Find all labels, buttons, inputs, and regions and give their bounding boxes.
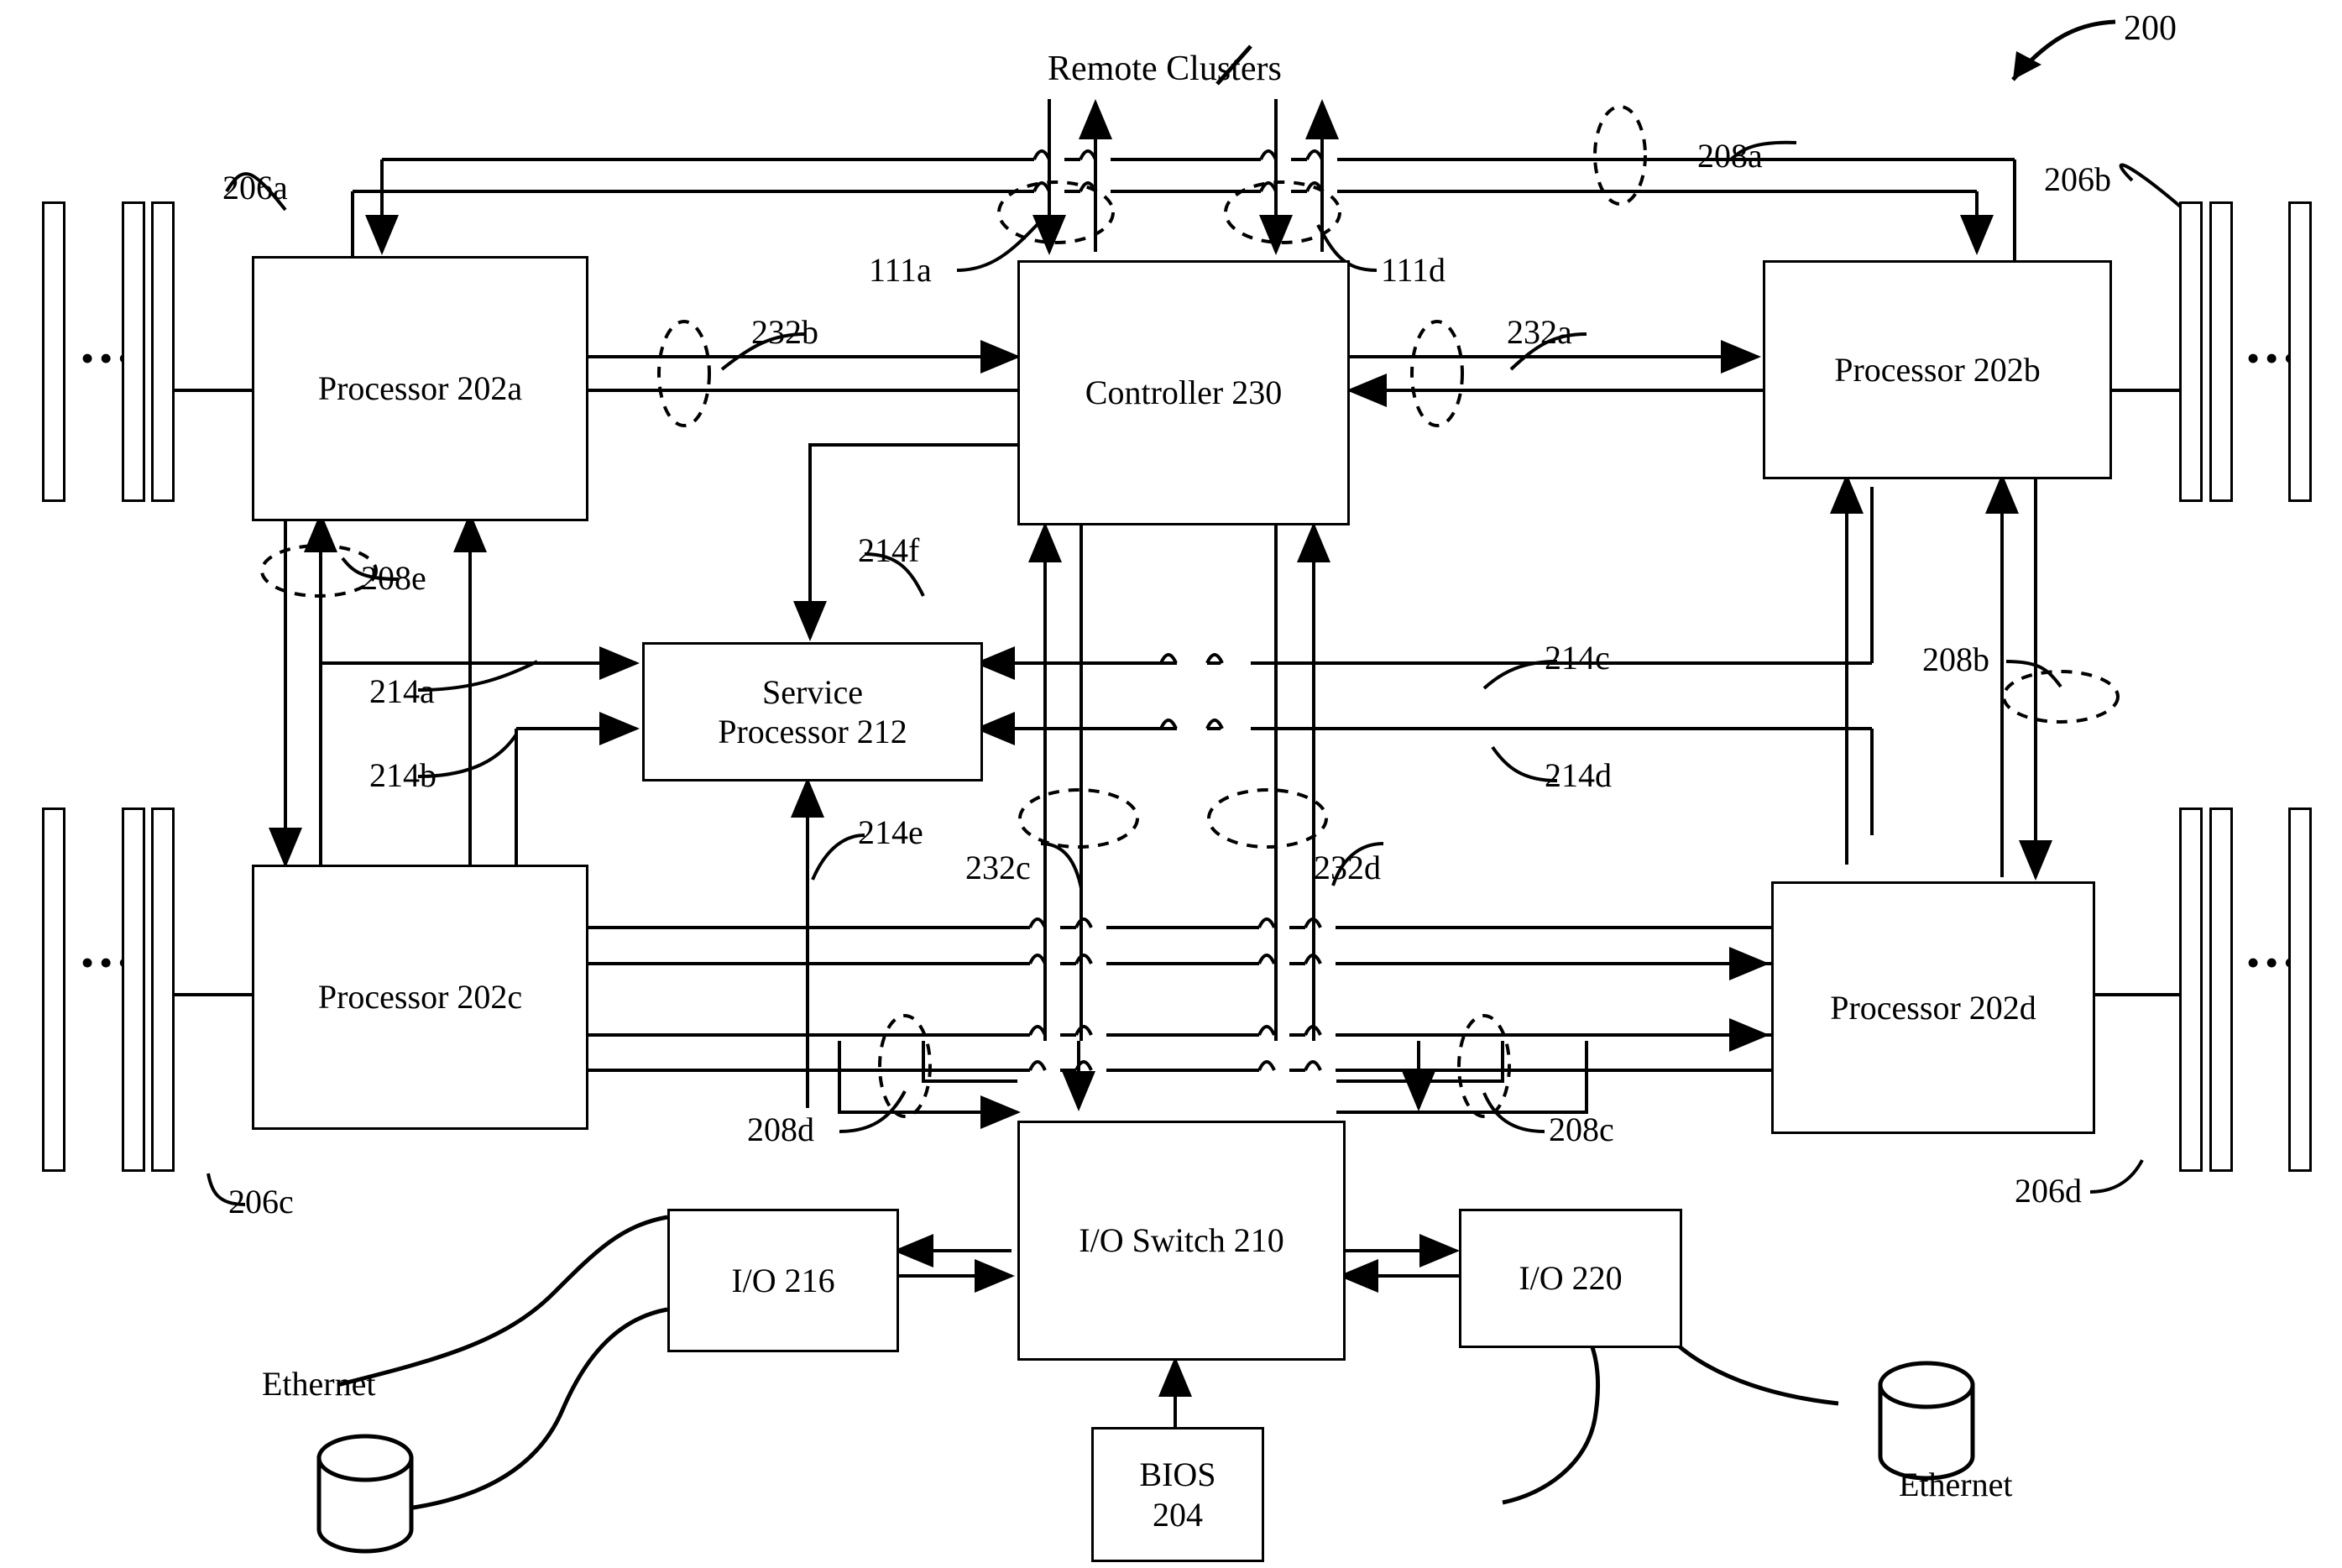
label-ethernet-left: Ethernet — [262, 1365, 376, 1403]
storage-layer — [316, 1361, 1975, 1554]
callout-232a: 232a — [1507, 313, 1572, 351]
callout-214d: 214d — [1545, 756, 1612, 794]
callout-214f: 214f — [858, 531, 920, 569]
callout-208d: 208d — [747, 1111, 814, 1148]
callout-206c: 206c — [228, 1183, 294, 1220]
callout-208e: 208e — [361, 559, 426, 597]
callout-206a: 206a — [222, 169, 288, 206]
callout-208c: 208c — [1549, 1111, 1614, 1148]
callout-232d: 232d — [1314, 849, 1381, 886]
callout-214e: 214e — [858, 813, 923, 851]
label-ref-200: 200 — [2124, 9, 2177, 48]
callout-111a: 111a — [869, 251, 932, 289]
callout-208b: 208b — [1922, 640, 1989, 678]
callout-214b: 214b — [369, 756, 437, 794]
label-remote-clusters: Remote Clusters — [1048, 50, 1282, 88]
callout-214c: 214c — [1545, 639, 1610, 677]
callout-206b: 206b — [2044, 160, 2111, 198]
callout-214a: 214a — [369, 672, 435, 710]
callout-232c: 232c — [965, 849, 1031, 886]
patent-figure-200: ••• ••• ••• ••• Processor 202a Processor… — [0, 0, 2342, 1568]
callout-111d: 111d — [1381, 251, 1446, 289]
callout-208a: 208a — [1697, 137, 1763, 175]
callout-232b: 232b — [751, 313, 818, 351]
callout-206d: 206d — [2015, 1172, 2082, 1210]
label-ethernet-right: Ethernet — [1899, 1466, 2013, 1503]
